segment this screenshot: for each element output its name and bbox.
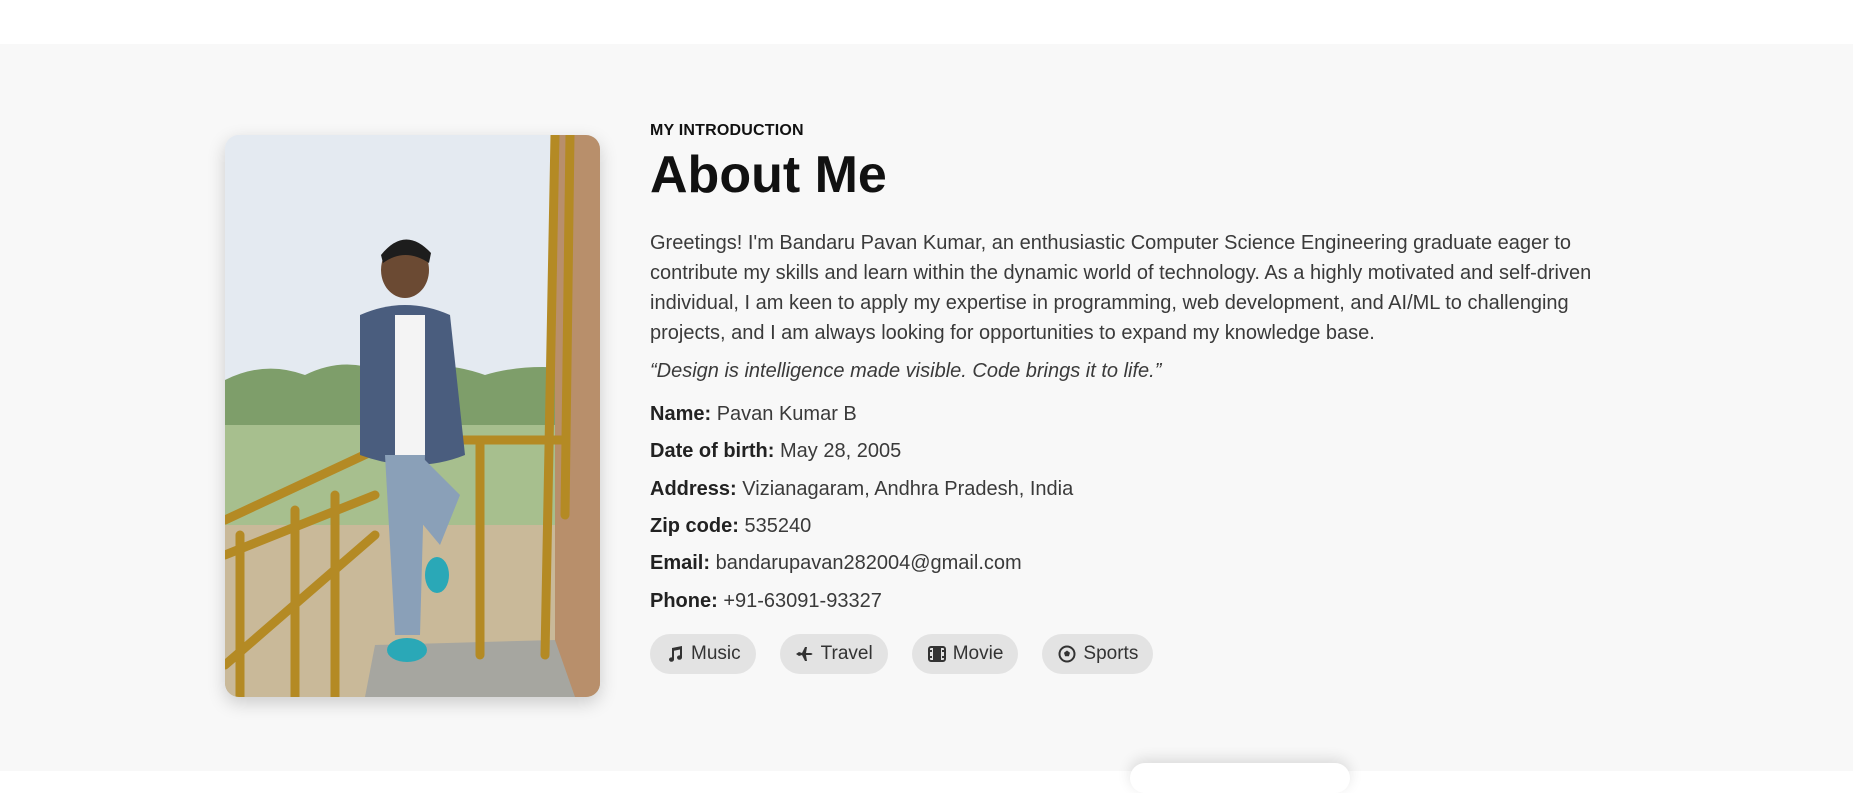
info-label: Address: xyxy=(650,477,737,500)
info-label: Zip code: xyxy=(650,515,739,538)
tag-travel[interactable]: Travel xyxy=(779,634,888,675)
page-title: About Me xyxy=(650,146,887,204)
partial-card xyxy=(1130,763,1350,793)
quote: “Design is intelligence made visible. Co… xyxy=(650,359,1162,382)
tag-label: Movie xyxy=(952,643,1004,665)
info-label: Email: xyxy=(650,552,711,575)
tag-label: Music xyxy=(691,643,741,665)
soccer-ball-icon xyxy=(1057,644,1077,664)
info-row-email: Email: bandarupavan282004@gmail.com xyxy=(650,545,1600,582)
tag-label: Travel xyxy=(820,643,873,665)
info-value: 535240 xyxy=(744,515,812,538)
info-value: bandarupavan282004@gmail.com xyxy=(715,552,1022,575)
info-row-phone: Phone: +91-63091-93327 xyxy=(650,583,1600,620)
info-value: +91-63091-93327 xyxy=(723,589,882,612)
info-row-name: Name: Pavan Kumar B xyxy=(650,396,1600,433)
tag-sports[interactable]: Sports xyxy=(1042,634,1154,675)
info-value: May 28, 2005 xyxy=(780,440,902,463)
info-value: Vizianagaram, Andhra Pradesh, India xyxy=(742,477,1074,500)
tag-movie[interactable]: Movie xyxy=(911,634,1019,675)
info-row-address: Address: Vizianagaram, Andhra Pradesh, I… xyxy=(650,471,1600,508)
profile-photo xyxy=(225,135,600,697)
info-row-dob: Date of birth: May 28, 2005 xyxy=(650,433,1600,470)
music-icon xyxy=(665,644,685,664)
about-content: MY INTRODUCTION About Me Greetings! I'm … xyxy=(650,118,1600,675)
film-icon xyxy=(927,644,947,664)
section-eyebrow: MY INTRODUCTION xyxy=(650,122,804,139)
plane-icon xyxy=(795,644,815,664)
bio-paragraph: Greetings! I'm Bandaru Pavan Kumar, an e… xyxy=(650,231,1592,344)
info-row-zip: Zip code: 535240 xyxy=(650,508,1600,545)
interest-tags: Music Travel Movie Sports xyxy=(650,634,1600,675)
tag-label: Sports xyxy=(1083,643,1139,665)
personal-info-list: Name: Pavan Kumar B Date of birth: May 2… xyxy=(650,396,1600,620)
info-value: Pavan Kumar B xyxy=(716,402,857,425)
info-label: Date of birth: xyxy=(650,440,775,463)
info-label: Phone: xyxy=(650,589,718,612)
tag-music[interactable]: Music xyxy=(650,634,756,675)
top-bar xyxy=(0,0,1853,44)
info-label: Name: xyxy=(650,402,712,425)
